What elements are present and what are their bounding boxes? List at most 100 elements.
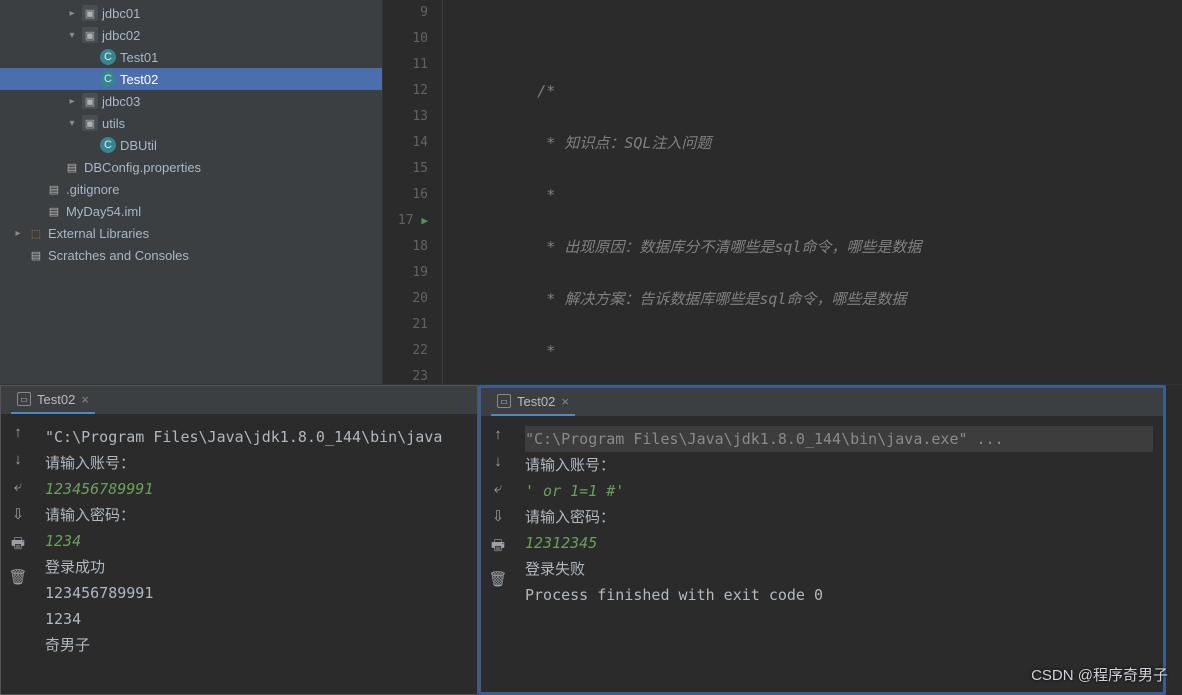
tree-node-label: DBUtil: [120, 138, 157, 153]
line-number: 17 ▶: [383, 208, 428, 234]
tree-node-label: MyDay54.iml: [66, 204, 141, 219]
tree-node[interactable]: ▸▤.gitignore: [0, 178, 382, 200]
console-output[interactable]: "C:\Program Files\Java\jdk1.8.0_144\bin\…: [35, 414, 477, 694]
line-number: 21: [383, 312, 428, 338]
console-line: 123456789991: [45, 476, 467, 502]
trash-icon[interactable]: 🗑: [488, 570, 507, 588]
print-icon[interactable]: 🖶: [11, 533, 25, 558]
line-number: 19: [383, 260, 428, 286]
chevron-icon[interactable]: ▸: [66, 8, 78, 19]
line-number: 20: [383, 286, 428, 312]
console-line: 请输入密码：: [45, 502, 467, 528]
arrow-down-icon[interactable]: ↓: [14, 451, 22, 468]
tree-node[interactable]: ▸▤MyDay54.iml: [0, 200, 382, 222]
console-line: 请输入账号：: [45, 450, 467, 476]
console-line: 请输入账号：: [525, 452, 1153, 478]
line-number: 10: [383, 26, 428, 52]
tree-node-label: .gitignore: [66, 182, 119, 197]
tree-node[interactable]: ▸ ▣ jdbc01: [0, 2, 382, 24]
chevron-icon[interactable]: ▾: [66, 30, 78, 41]
package-icon: ▣: [82, 5, 98, 21]
scroll-icon[interactable]: ⇩: [492, 507, 505, 525]
tree-node[interactable]: ▸▤Scratches and Consoles: [0, 244, 382, 266]
tree-node[interactable]: ▸CTest01: [0, 46, 382, 68]
wrap-icon[interactable]: ⤶: [14, 478, 22, 495]
code-line: * 解决方案：告诉数据库哪些是sql命令，哪些是数据: [465, 286, 1182, 312]
close-icon[interactable]: ×: [561, 394, 569, 409]
console-toolbar: ↑ ↓ ⤶ ⇩ 🖶 🗑: [1, 414, 35, 694]
chevron-icon[interactable]: ▸: [12, 228, 24, 239]
console-line: 奇男子: [45, 632, 467, 658]
line-number: 15: [383, 156, 428, 182]
console-tab-label: Test02: [517, 394, 555, 409]
print-icon[interactable]: 🖶: [491, 535, 505, 560]
tree-node[interactable]: ▸CDBUtil: [0, 134, 382, 156]
wrap-icon[interactable]: ⤶: [494, 480, 502, 497]
arrow-up-icon[interactable]: ↑: [494, 426, 502, 443]
console-line: 1234: [45, 528, 467, 554]
tree-node[interactable]: ▸ ⬚ External Libraries: [0, 222, 382, 244]
tree-node[interactable]: ▾ ▣ jdbc02: [0, 24, 382, 46]
console-line: "C:\Program Files\Java\jdk1.8.0_144\bin\…: [525, 426, 1153, 452]
tree-node-label: jdbc01: [102, 6, 140, 21]
console-tab-icon: ▭: [497, 394, 511, 408]
console-line: Process finished with exit code 0: [525, 582, 1153, 608]
console-line: 123456789991: [45, 580, 467, 606]
tree-node-label: jdbc03: [102, 94, 140, 109]
code-line: /*: [465, 78, 1182, 104]
console-tabbar[interactable]: ▭ Test02 ×: [481, 388, 1163, 416]
run-console-right: ▭ Test02 × ↑ ↓ ⤶ ⇩ 🖶 🗑 "C:\Program Files…: [478, 385, 1166, 695]
code-line: * 知识点：SQL注入问题: [465, 130, 1182, 156]
code-line: *: [465, 182, 1182, 208]
tree-node-label: Scratches and Consoles: [48, 248, 189, 263]
class-icon: C: [100, 71, 116, 87]
arrow-down-icon[interactable]: ↓: [494, 453, 502, 470]
console-tab-icon: ▭: [17, 392, 31, 406]
console-line: ' or 1=1 #': [525, 478, 1153, 504]
scroll-icon[interactable]: ⇩: [12, 505, 25, 523]
file-icon: ▤: [64, 159, 80, 175]
console-tabbar[interactable]: ▭ Test02 ×: [1, 386, 477, 414]
tree-node-label: jdbc02: [102, 28, 140, 43]
line-number: 18: [383, 234, 428, 260]
run-gutter-icon[interactable]: ▶: [421, 214, 428, 227]
line-number: 13: [383, 104, 428, 130]
arrow-up-icon[interactable]: ↑: [14, 424, 22, 441]
tree-node[interactable]: ▾▣utils: [0, 112, 382, 134]
console-output[interactable]: "C:\Program Files\Java\jdk1.8.0_144\bin\…: [515, 416, 1163, 692]
console-tab[interactable]: ▭ Test02 ×: [491, 388, 575, 416]
console-line: 12312345: [525, 530, 1153, 556]
package-icon: ▣: [82, 93, 98, 109]
class-icon: C: [100, 49, 116, 65]
package-icon: ▣: [82, 27, 98, 43]
chevron-icon[interactable]: ▸: [66, 96, 78, 107]
tree-node[interactable]: ▸▤DBConfig.properties: [0, 156, 382, 178]
tree-node-label: Test01: [120, 50, 158, 65]
console-line: 请输入密码：: [525, 504, 1153, 530]
code-editor[interactable]: 91011121314151617 ▶181920212223 /* * 知识点…: [383, 0, 1182, 384]
console-line: 登录失败: [525, 556, 1153, 582]
library-icon: ⬚: [28, 225, 44, 241]
tree-node[interactable]: ▸ ▣ jdbc03: [0, 90, 382, 112]
chevron-icon[interactable]: ▾: [66, 118, 78, 129]
tree-node-label: Test02: [120, 72, 158, 87]
package-icon: ▣: [82, 115, 98, 131]
file-icon: ▤: [28, 247, 44, 263]
line-number: 22: [383, 338, 428, 364]
console-line: 1234: [45, 606, 467, 632]
tree-node[interactable]: ▸CTest02: [0, 68, 382, 90]
console-tab-label: Test02: [37, 392, 75, 407]
console-line: 登录成功: [45, 554, 467, 580]
editor-text[interactable]: /* * 知识点：SQL注入问题 * * 出现原因：数据库分不清哪些是sql命令…: [443, 0, 1182, 384]
run-console-left: ▭ Test02 × ↑ ↓ ⤶ ⇩ 🖶 🗑 "C:\Program Files…: [0, 385, 478, 695]
close-icon[interactable]: ×: [81, 392, 89, 407]
console-tab[interactable]: ▭ Test02 ×: [11, 386, 95, 414]
class-icon: C: [100, 137, 116, 153]
line-number: 11: [383, 52, 428, 78]
project-tree[interactable]: ▸▣jdbc01▾▣jdbc02▸CTest01▸CTest02▸▣jdbc03…: [0, 0, 383, 384]
tree-node-label: External Libraries: [48, 226, 149, 241]
line-number: 9: [383, 0, 428, 26]
tree-node-label: DBConfig.properties: [84, 160, 201, 175]
trash-icon[interactable]: 🗑: [8, 568, 27, 586]
console-toolbar: ↑ ↓ ⤶ ⇩ 🖶 🗑: [481, 416, 515, 692]
